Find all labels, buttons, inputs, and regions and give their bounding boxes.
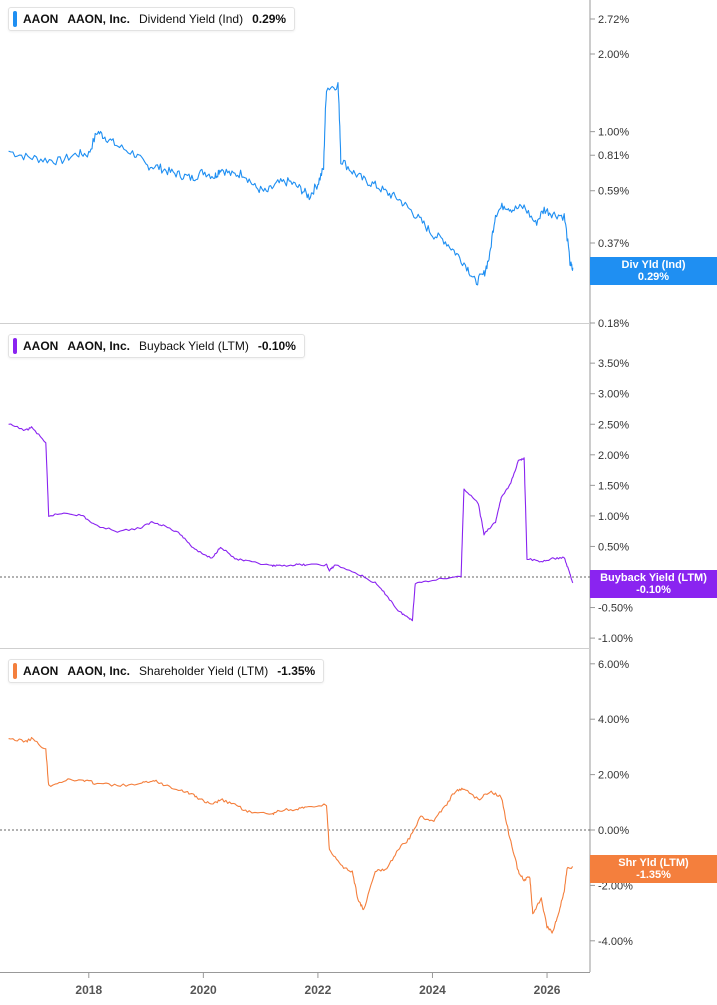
company-label: AAON, Inc. (67, 12, 131, 26)
y-tick-label: 2.00% (598, 770, 629, 782)
shareholder-yield-badge: Shr Yld (LTM) -1.35% (590, 855, 717, 883)
ticker-label: AAON (23, 339, 59, 353)
series-line (8, 423, 574, 622)
badge-value: -0.10% (636, 584, 671, 596)
y-tick-label: 1.50% (598, 480, 629, 492)
y-tick-label: 0.81% (598, 150, 629, 162)
y-tick-label: 2.50% (598, 419, 629, 431)
panel-2-label: AAON AAON, Inc. Buyback Yield (LTM) -0.1… (8, 334, 305, 358)
y-tick-label: -0.50% (598, 603, 633, 615)
metric-label: Buyback Yield (LTM) (139, 339, 249, 353)
panel-1-label: AAON AAON, Inc. Dividend Yield (Ind) 0.2… (8, 7, 296, 31)
x-tick-label: 2020 (190, 983, 217, 997)
ticker-label: AAON (23, 12, 59, 26)
panel-3-label: AAON AAON, Inc. Shareholder Yield (LTM) … (8, 659, 325, 683)
metric-value: -1.35% (277, 664, 316, 678)
series-line (8, 82, 574, 286)
x-tick-label: 2018 (75, 983, 102, 997)
badge-title: Div Yld (Ind) (621, 259, 686, 271)
y-tick-label: 2.00% (598, 450, 629, 462)
metric-label: Shareholder Yield (LTM) (139, 664, 269, 678)
y-tick-label: 2.00% (598, 49, 629, 61)
y-tick-label: 0.59% (598, 186, 629, 198)
y-tick-label: -4.00% (598, 936, 633, 948)
company-label: AAON, Inc. (67, 339, 131, 353)
y-tick-label: 0.00% (598, 825, 629, 837)
metric-label: Dividend Yield (Ind) (139, 12, 244, 26)
series-line (8, 736, 574, 934)
series-swatch-icon (13, 338, 17, 354)
y-tick-label: 0.37% (598, 238, 629, 250)
x-tick-label: 2024 (419, 983, 446, 997)
badge-value: -1.35% (636, 869, 671, 881)
x-tick-label: 2022 (305, 983, 332, 997)
metric-value: 0.29% (252, 12, 287, 26)
buyback-yield-badge: Buyback Yield (LTM) -0.10% (590, 570, 717, 598)
y-tick-label: 6.00% (598, 659, 629, 671)
badge-title: Shr Yld (LTM) (618, 857, 689, 869)
company-label: AAON, Inc. (67, 664, 131, 678)
ticker-label: AAON (23, 664, 59, 678)
badge-value: 0.29% (637, 271, 670, 283)
y-tick-label: 3.50% (598, 358, 629, 370)
y-tick-label: 1.00% (598, 127, 629, 139)
metric-value: -0.10% (257, 339, 296, 353)
x-tick-label: 2026 (534, 983, 561, 997)
div-yield-badge: Div Yld (Ind) 0.29% (590, 257, 717, 285)
y-tick-label: 0.18% (598, 318, 629, 330)
badge-title: Buyback Yield (LTM) (600, 572, 707, 584)
y-tick-label: 3.00% (598, 389, 629, 401)
y-tick-label: 0.50% (598, 541, 629, 553)
series-swatch-icon (13, 663, 17, 679)
series-swatch-icon (13, 11, 17, 27)
y-tick-label: 4.00% (598, 714, 629, 726)
y-tick-label: 1.00% (598, 511, 629, 523)
y-tick-label: -1.00% (598, 633, 633, 645)
y-tick-label: 2.72% (598, 14, 629, 26)
